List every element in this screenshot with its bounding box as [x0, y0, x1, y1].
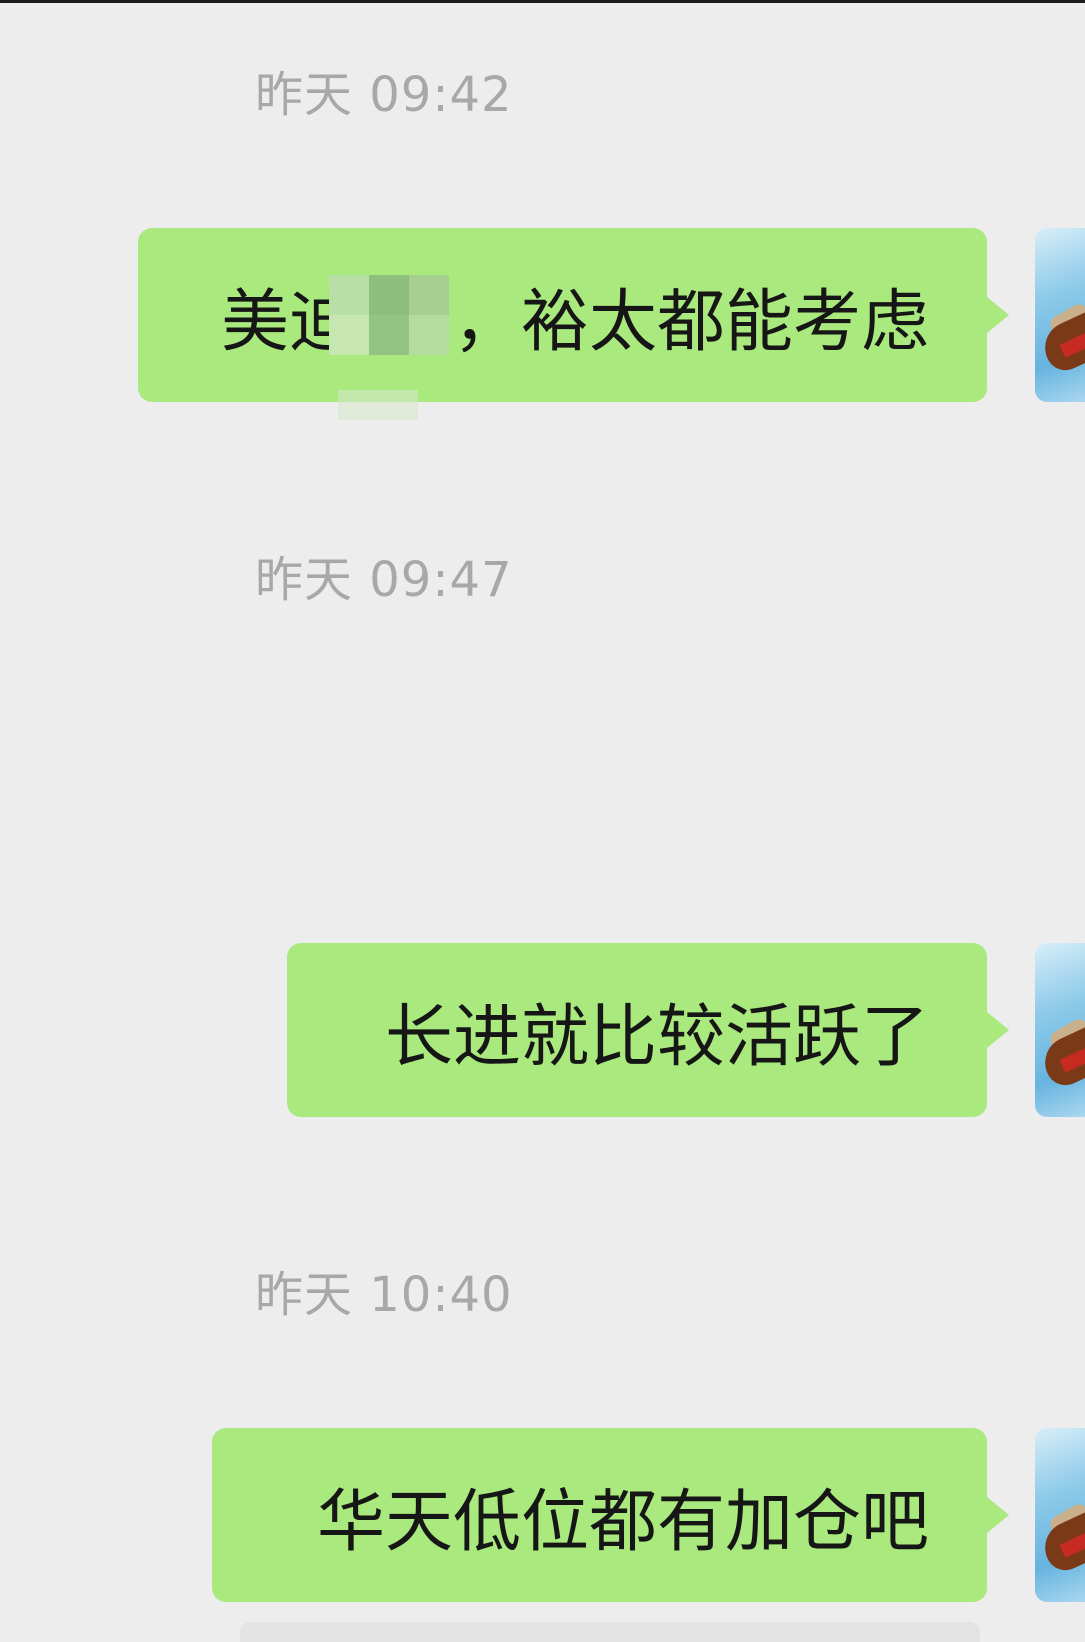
message-bubble[interactable]: 华天低位都有加仓吧 — [212, 1428, 1009, 1602]
avatar-icon[interactable] — [1035, 228, 1085, 402]
timestamp: 昨天 10:40 — [255, 1267, 513, 1323]
message-bubble[interactable]: 美迪 ，裕太都能考虑 — [138, 228, 1009, 402]
avatar-icon[interactable] — [1035, 1428, 1085, 1602]
timestamp: 昨天 09:47 — [255, 552, 513, 608]
message-text-part: ，裕太都能考虑 — [452, 282, 929, 362]
avatar-icon[interactable] — [1035, 943, 1085, 1117]
message-text: 长进就比较活跃了 — [384, 997, 929, 1077]
timestamp: 昨天 09:42 — [255, 67, 513, 123]
censor-mosaic-overflow — [338, 390, 418, 420]
censor-mosaic-icon — [328, 275, 449, 355]
status-divider — [0, 0, 1085, 3]
message-text: 华天低位都有加仓吧 — [316, 1482, 929, 1562]
message-bubble[interactable]: 长进就比较活跃了 — [287, 943, 1009, 1117]
next-message-edge — [240, 1622, 980, 1642]
